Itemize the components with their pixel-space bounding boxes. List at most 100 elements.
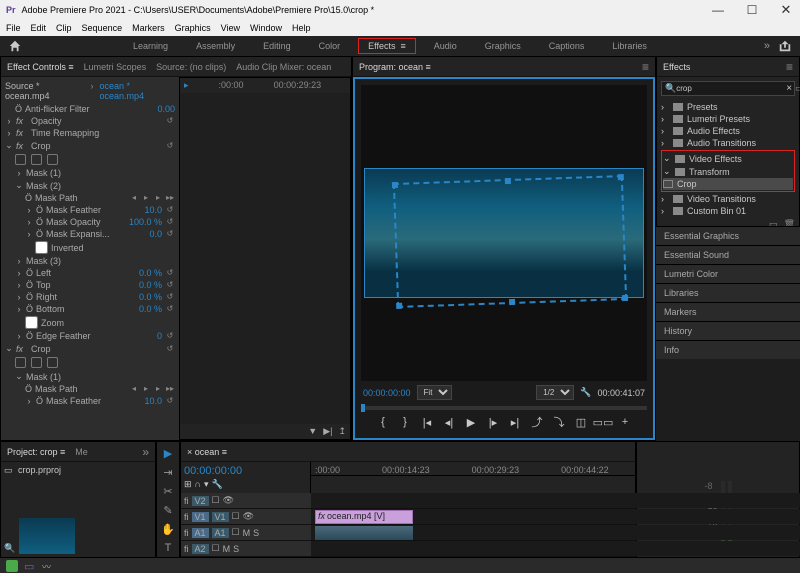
go-to-in-button[interactable]: |◂ — [420, 415, 434, 429]
export-icon[interactable]: ↥ — [338, 426, 346, 437]
custom-bin-folder[interactable]: ›Custom Bin 01 — [661, 205, 795, 217]
maskfeather2-row[interactable]: ›ÖMask Feather10.0↺ — [5, 395, 175, 407]
menu-graphics[interactable]: Graphics — [175, 23, 211, 33]
panel-essential-sound[interactable]: Essential Sound — [656, 245, 800, 264]
panel-history[interactable]: History — [656, 321, 800, 340]
minimize-button[interactable]: — — [704, 0, 732, 20]
video-transitions-folder[interactable]: ›Video Transitions — [661, 193, 795, 205]
antiflicker-row[interactable]: ÖAnti-flicker Filter0.00 — [5, 103, 175, 115]
settings-tl-icon[interactable]: 🔧 — [212, 479, 223, 490]
tab-libraries[interactable]: Libraries — [602, 38, 657, 54]
menu-sequence[interactable]: Sequence — [82, 23, 123, 33]
source-link[interactable]: ocean * ocean.mp4 — [99, 81, 175, 101]
panel-menu-icon[interactable]: ≡ — [642, 60, 649, 74]
video-clip[interactable]: fx ocean.mp4 [V] — [315, 510, 413, 524]
tab-project[interactable]: Project: crop ≡ — [7, 447, 65, 457]
panel-info[interactable]: Info — [656, 340, 800, 359]
maskexpand-row[interactable]: ›ÖMask Expansi...0.0↺ — [5, 228, 175, 240]
zoom-select[interactable]: Fit — [417, 385, 452, 400]
presets-folder[interactable]: ›Presets — [661, 101, 795, 113]
tab-graphics[interactable]: Graphics — [475, 38, 531, 54]
tab-effects[interactable]: Effects ≡ — [358, 38, 416, 54]
tab-assembly[interactable]: Assembly — [186, 38, 245, 54]
status-media-icon[interactable]: ▭ — [24, 560, 36, 572]
play-button[interactable]: ▶ — [464, 415, 478, 429]
button-editor-icon[interactable]: + — [618, 415, 632, 429]
panel-markers[interactable]: Markers — [656, 302, 800, 321]
track-select-tool-icon[interactable]: ⇥ — [161, 465, 175, 479]
video-effects-folder[interactable]: ⌄Video Effects — [663, 152, 793, 165]
tab-captions[interactable]: Captions — [539, 38, 595, 54]
tab-media[interactable]: Me — [75, 447, 88, 457]
track-v1[interactable]: fiV1V1☐👁fx ocean.mp4 [V] — [181, 509, 800, 525]
mask1-row[interactable]: ›Mask (1) — [5, 167, 175, 179]
track-all-icon[interactable]: ▸▸ — [165, 193, 175, 203]
hand-tool-icon[interactable]: ✋ — [161, 522, 175, 536]
effects-panel-menu-icon[interactable]: ≡ — [786, 60, 793, 74]
zoom-row[interactable]: Zoom — [5, 315, 175, 330]
extract-button[interactable]: ⤵ — [552, 415, 566, 429]
menu-file[interactable]: File — [6, 23, 21, 33]
crop2-row[interactable]: ⌄fxCrop↺ — [5, 342, 175, 355]
right-row[interactable]: ›ÖRight0.0 %↺ — [5, 291, 175, 303]
program-scrubber[interactable] — [361, 406, 647, 410]
tab-learning[interactable]: Learning — [123, 38, 178, 54]
step-fwd-button[interactable]: |▸ — [486, 415, 500, 429]
crop-mask-overlay[interactable] — [393, 175, 627, 308]
menu-markers[interactable]: Markers — [132, 23, 165, 33]
maskpath-row[interactable]: ÖMask Path◂▸▸▸▸ — [5, 192, 175, 204]
search-project-icon[interactable]: 🔍 — [4, 543, 15, 554]
edgefeather-row[interactable]: ›ÖEdge Feather0↺ — [5, 330, 175, 342]
maximize-button[interactable]: ☐ — [738, 0, 766, 20]
mask-shape-tools[interactable] — [5, 152, 175, 167]
tab-audio[interactable]: Audio — [424, 38, 467, 54]
filter-icon[interactable]: ▼ — [308, 426, 317, 437]
type-tool-icon[interactable]: T — [161, 541, 175, 555]
menu-edit[interactable]: Edit — [31, 23, 47, 33]
transform-folder[interactable]: ⌄Transform — [663, 165, 793, 178]
audio-clip[interactable] — [315, 526, 413, 540]
mask1b-row[interactable]: ⌄Mask (1) — [5, 370, 175, 383]
panel-lumetri-color[interactable]: Lumetri Color — [656, 264, 800, 283]
maskfeather-row[interactable]: ›ÖMask Feather10.0↺ — [5, 204, 175, 216]
opacity-row[interactable]: ›fxOpacity↺ — [5, 115, 175, 127]
maskopacity-row[interactable]: ›ÖMask Opacity100.0 %↺ — [5, 216, 175, 228]
clear-search-icon[interactable]: × — [786, 83, 792, 94]
status-audio-icon[interactable]: 〰 — [42, 560, 54, 572]
tab-effects-panel[interactable]: Effects — [663, 62, 690, 72]
comparison-icon[interactable]: ▭▭ — [596, 415, 610, 429]
tab-lumetri-scopes[interactable]: Lumetri Scopes — [84, 62, 147, 72]
audio-transitions-folder[interactable]: ›Audio Transitions — [661, 137, 795, 149]
settings-icon[interactable]: 🔧 — [580, 387, 591, 398]
playhead-icon[interactable]: ▸ — [184, 80, 189, 91]
go-to-out-button[interactable]: ▸| — [508, 415, 522, 429]
home-icon[interactable] — [8, 39, 22, 53]
project-thumbnail[interactable] — [19, 518, 75, 554]
menu-window[interactable]: Window — [250, 23, 282, 33]
workspace-overflow-icon[interactable]: » — [758, 40, 776, 52]
effects-search-input[interactable] — [676, 84, 786, 93]
lift-button[interactable]: ⤴ — [530, 415, 544, 429]
top-row[interactable]: ›ÖTop0.0 %↺ — [5, 279, 175, 291]
tab-program[interactable]: Program: ocean ≡ — [359, 62, 431, 72]
left-row[interactable]: ›ÖLeft0.0 %↺ — [5, 267, 175, 279]
selection-tool-icon[interactable]: ▶ — [161, 446, 175, 460]
panel-essential-graphics[interactable]: Essential Graphics — [656, 226, 800, 245]
track-back-icon[interactable]: ◂ — [129, 193, 139, 203]
mark-in-button[interactable]: { — [376, 415, 390, 429]
bottom-row[interactable]: ›ÖBottom0.0 %↺ — [5, 303, 175, 315]
filter-presets-icon[interactable]: ▭ — [795, 83, 800, 94]
track-fwd-icon[interactable]: ▸ — [153, 193, 163, 203]
track-v2[interactable]: fiV2☐👁 — [181, 493, 800, 509]
snap-icon[interactable]: ⊞ — [184, 479, 192, 490]
menu-view[interactable]: View — [221, 23, 240, 33]
resolution-select[interactable]: 1/2 — [536, 385, 574, 400]
tab-color[interactable]: Color — [309, 38, 351, 54]
mark-out-button[interactable]: } — [398, 415, 412, 429]
timeline-timecode[interactable]: 00:00:00:00 — [184, 465, 307, 477]
maskpath2-row[interactable]: ÖMask Path◂▸▸▸▸ — [5, 383, 175, 395]
audio-effects-folder[interactable]: ›Audio Effects — [661, 125, 795, 137]
inverted-row[interactable]: Inverted — [5, 240, 175, 255]
panel-libraries[interactable]: Libraries — [656, 283, 800, 302]
menu-clip[interactable]: Clip — [56, 23, 72, 33]
